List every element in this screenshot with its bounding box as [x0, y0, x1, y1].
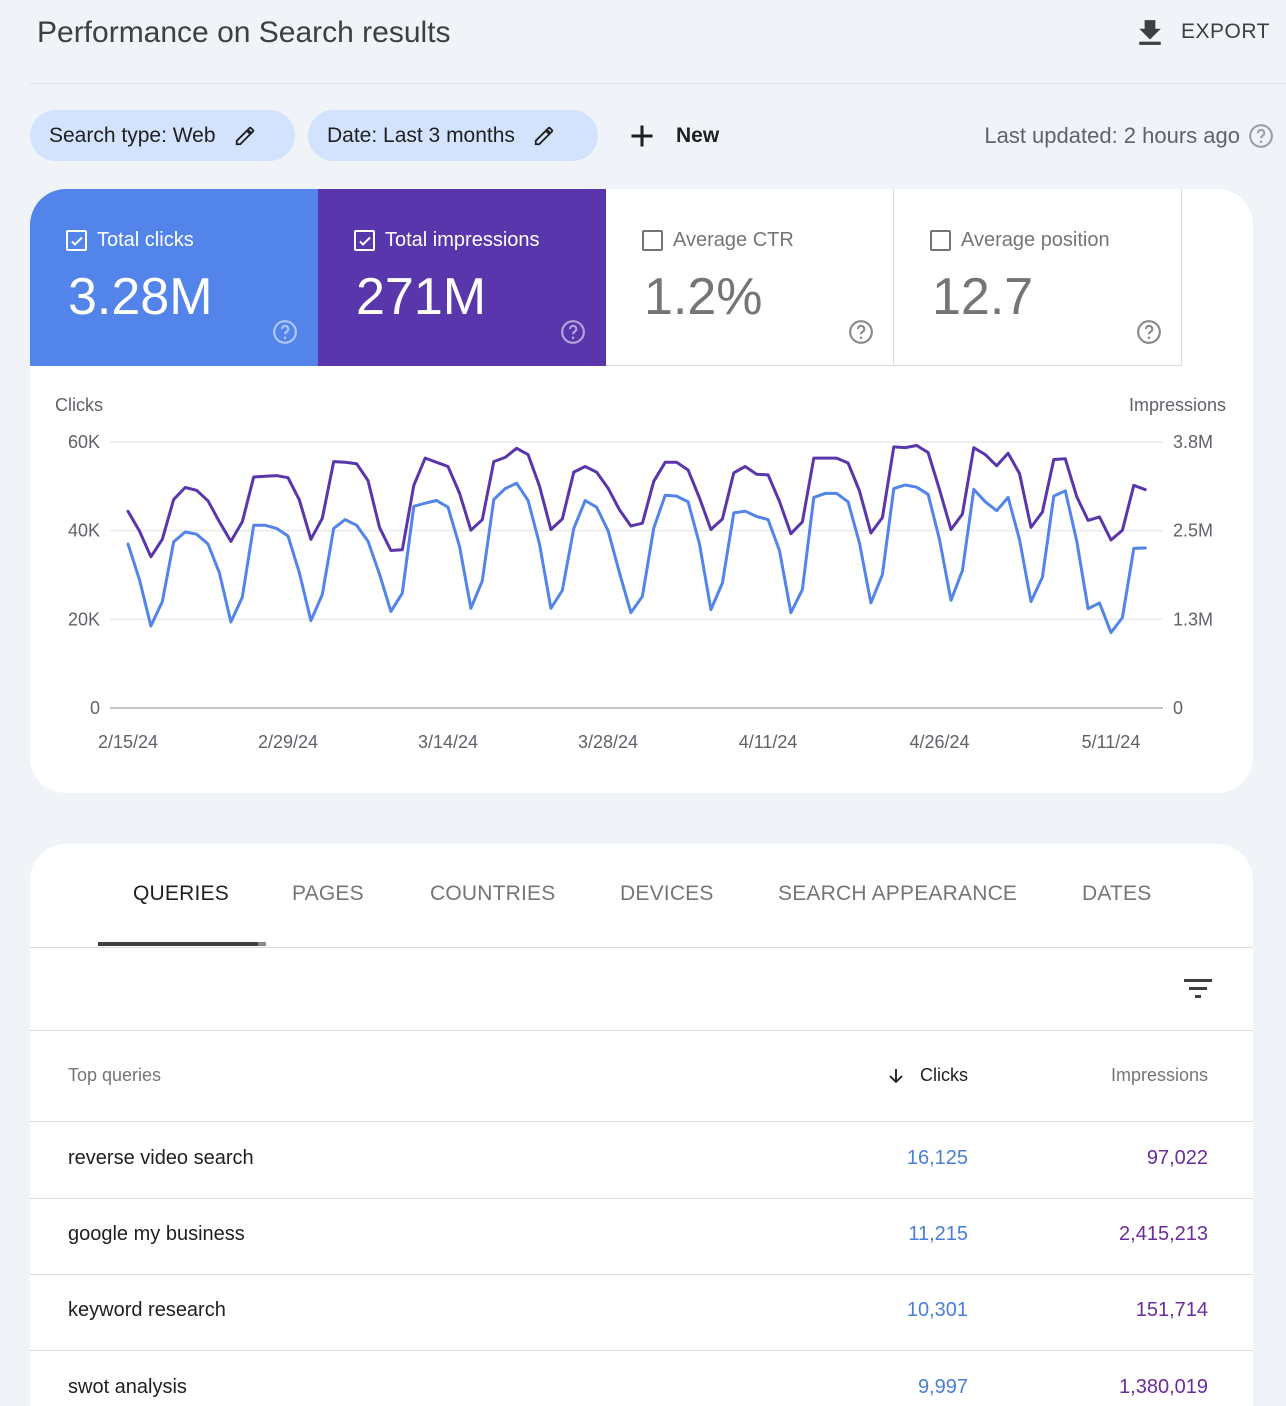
export-button[interactable]: EXPORT	[1137, 14, 1270, 50]
search-type-label: Search type: Web	[49, 124, 216, 148]
filter-bar: Search type: Web Date: Last 3 months New…	[30, 110, 1280, 162]
x-tick-label: 3/14/24	[418, 732, 478, 752]
tab-dates[interactable]: DATES	[1082, 882, 1151, 906]
metric-label: Average position	[961, 229, 1110, 252]
checkbox-checked-icon[interactable]	[66, 230, 87, 251]
table-row[interactable]: reverse video search 16,125 97,022	[30, 1122, 1253, 1199]
table-filter-row	[30, 948, 1253, 1031]
last-updated: Last updated: 2 hours ago	[984, 110, 1274, 161]
edit-pencil-icon	[234, 125, 256, 147]
table-header: Top queries Clicks Impressions	[30, 1031, 1253, 1122]
metric-label: Total clicks	[97, 229, 194, 252]
x-tick-label: 4/26/24	[909, 732, 969, 752]
metric-total-clicks[interactable]: Total clicks 3.28M	[30, 189, 318, 366]
y-tick-label-left: 0	[90, 698, 100, 718]
column-header-clicks[interactable]: Clicks	[886, 1065, 968, 1086]
export-label: EXPORT	[1181, 20, 1270, 44]
edit-pencil-icon	[533, 125, 555, 147]
filter-icon[interactable]	[1182, 974, 1214, 1004]
x-tick-label: 4/11/24	[739, 732, 798, 752]
clicks-cell: 16,125	[907, 1147, 968, 1170]
new-filter-button[interactable]: New	[628, 110, 719, 161]
series-line-clicks[interactable]	[128, 483, 1145, 632]
y-tick-label-left: 40K	[68, 521, 100, 541]
chart-svg: Clicks Impressions 0 0 20K 1.3M 40K 2.5M 60K 3.…	[30, 366, 1253, 793]
metric-label: Average CTR	[673, 229, 794, 252]
query-cell: keyword research	[68, 1299, 226, 1322]
date-filter-label: Date: Last 3 months	[327, 124, 515, 148]
page-title: Performance on Search results	[37, 16, 451, 50]
help-icon[interactable]	[272, 319, 298, 345]
dimensions-table-card: QUERIES PAGES COUNTRIES DEVICES SEARCH A…	[30, 844, 1253, 1406]
checkbox-unchecked-icon[interactable]	[930, 230, 951, 251]
sort-arrow-down-icon	[886, 1066, 906, 1086]
y-tick-label-right: 1.3M	[1173, 609, 1213, 629]
dimension-tabs: QUERIES PAGES COUNTRIES DEVICES SEARCH A…	[30, 844, 1253, 948]
clicks-cell: 10,301	[907, 1299, 968, 1322]
tab-countries[interactable]: COUNTRIES	[430, 882, 555, 906]
last-updated-text: Last updated: 2 hours ago	[984, 123, 1240, 149]
metric-value: 3.28M	[68, 267, 213, 327]
table-row[interactable]: google my business 11,215 2,415,213	[30, 1198, 1253, 1275]
y-tick-label-left: 60K	[68, 432, 100, 452]
metric-value: 271M	[356, 267, 486, 327]
help-icon[interactable]	[1248, 123, 1274, 149]
search-type-filter-chip[interactable]: Search type: Web	[30, 110, 295, 161]
y-tick-label-left: 20K	[68, 609, 100, 629]
plus-icon	[628, 122, 656, 150]
metric-value: 1.2%	[644, 267, 763, 327]
table-row[interactable]: keyword research 10,301 151,714	[30, 1274, 1253, 1351]
y-axis-title-left: Clicks	[55, 395, 103, 415]
impressions-cell: 2,415,213	[1119, 1223, 1208, 1246]
line-chart: Clicks Impressions 0 0 20K 1.3M 40K 2.5M 60K 3.…	[30, 366, 1253, 793]
query-cell: google my business	[68, 1223, 245, 1246]
metric-total-impressions[interactable]: Total impressions 271M	[318, 189, 606, 366]
tab-search-appearance[interactable]: SEARCH APPEARANCE	[778, 882, 1017, 906]
y-axis-title-right: Impressions	[1129, 395, 1226, 415]
y-tick-label-right: 0	[1173, 698, 1183, 718]
impressions-cell: 151,714	[1136, 1299, 1208, 1322]
impressions-cell: 1,380,019	[1119, 1376, 1208, 1399]
x-tick-label: 3/28/24	[578, 732, 638, 752]
tab-queries[interactable]: QUERIES	[133, 882, 229, 906]
help-icon[interactable]	[560, 319, 586, 345]
checkbox-checked-icon[interactable]	[354, 230, 375, 251]
checkbox-unchecked-icon[interactable]	[642, 230, 663, 251]
table-row[interactable]: swot analysis 9,997 1,380,019	[30, 1351, 1253, 1406]
column-header-impressions[interactable]: Impressions	[1111, 1065, 1208, 1086]
clicks-cell: 11,215	[908, 1223, 968, 1246]
query-cell: reverse video search	[68, 1147, 254, 1170]
metric-tiles: Total clicks 3.28M Total impressions 271…	[30, 189, 1182, 366]
metric-value: 12.7	[932, 267, 1033, 327]
date-filter-chip[interactable]: Date: Last 3 months	[308, 110, 598, 161]
page-header: Performance on Search results EXPORT	[30, 0, 1286, 84]
help-icon[interactable]	[1136, 319, 1162, 345]
help-icon[interactable]	[848, 319, 874, 345]
series-line-impressions[interactable]	[128, 446, 1145, 557]
download-icon	[1137, 18, 1163, 46]
new-filter-label: New	[676, 124, 719, 148]
active-tab-indicator	[98, 942, 266, 946]
y-tick-label-right: 3.8M	[1173, 432, 1213, 452]
metric-average-ctr[interactable]: Average CTR 1.2%	[606, 189, 894, 366]
x-tick-label: 2/29/24	[258, 732, 318, 752]
metric-label: Total impressions	[385, 229, 540, 252]
column-header-clicks-label: Clicks	[920, 1065, 968, 1086]
query-cell: swot analysis	[68, 1376, 187, 1399]
performance-chart-card: Total clicks 3.28M Total impressions 271…	[30, 189, 1253, 793]
metric-average-position[interactable]: Average position 12.7	[894, 189, 1182, 366]
impressions-cell: 97,022	[1147, 1147, 1208, 1170]
y-tick-label-right: 2.5M	[1173, 521, 1213, 541]
clicks-cell: 9,997	[918, 1376, 968, 1399]
x-tick-label: 2/15/24	[98, 732, 158, 752]
x-tick-label: 5/11/24	[1082, 732, 1141, 752]
column-header-query: Top queries	[68, 1065, 161, 1086]
tab-devices[interactable]: DEVICES	[620, 882, 714, 906]
tab-pages[interactable]: PAGES	[292, 882, 364, 906]
